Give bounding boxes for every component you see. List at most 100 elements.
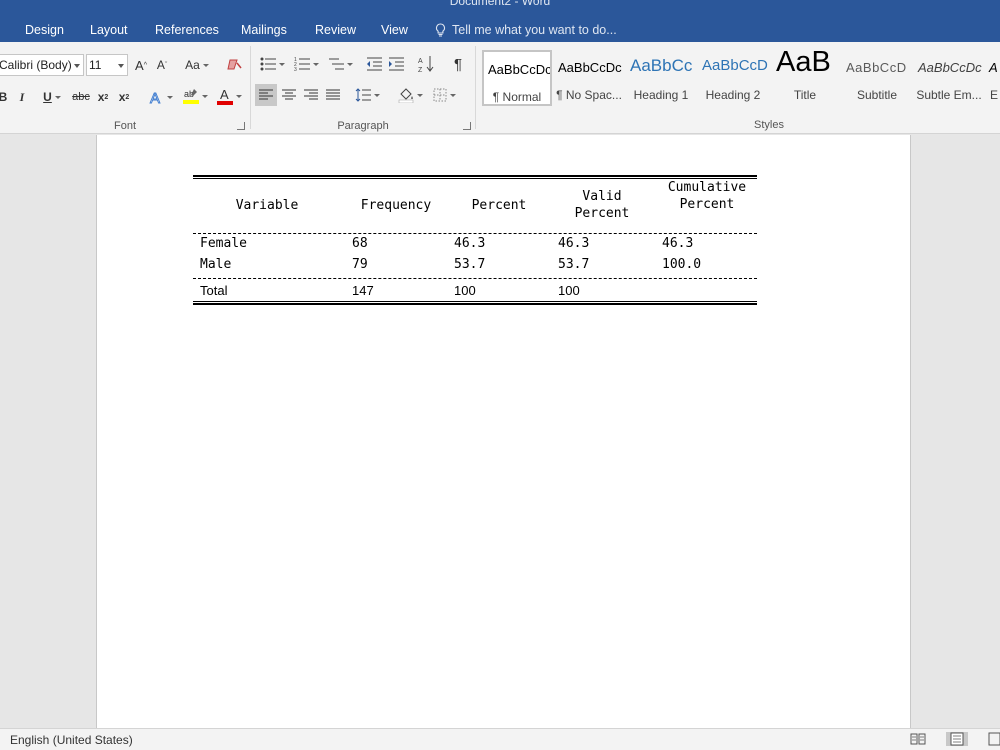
align-center-button[interactable]: [279, 84, 299, 106]
style-emphasis[interactable]: A E: [986, 50, 1000, 106]
style-normal[interactable]: AaBbCcDc ¶ Normal: [482, 50, 552, 106]
style-title[interactable]: AaB Title: [770, 50, 840, 106]
align-center-icon: [282, 89, 296, 100]
style-name: Heading 1: [633, 88, 689, 102]
decrease-indent-button[interactable]: [365, 54, 383, 74]
tab-design[interactable]: Design: [25, 23, 64, 37]
lightbulb-icon: [435, 23, 446, 37]
style-heading-1[interactable]: AaBbCc Heading 1: [626, 50, 696, 106]
tab-review[interactable]: Review: [315, 23, 356, 37]
change-case-label: Aa: [185, 58, 200, 72]
total-valid-percent: 100: [558, 283, 580, 298]
font-dialog-launcher[interactable]: [237, 122, 245, 130]
font-group: Calibri (Body) 11 A ^ Aˇ Aa B I U abc x2 …: [0, 42, 250, 134]
style-preview: AaBbCcDc: [488, 62, 552, 77]
font-color-icon: A: [216, 87, 233, 105]
line-spacing-button[interactable]: [353, 84, 381, 106]
bullets-button[interactable]: [257, 54, 287, 74]
style-preview: AaBbCcDc: [558, 60, 622, 75]
borders-button[interactable]: [429, 84, 459, 106]
sort-icon: AZ: [418, 56, 434, 73]
cell-percent: 46.3: [454, 236, 486, 251]
cell-valid-percent: 46.3: [558, 236, 590, 251]
svg-text:A: A: [150, 90, 160, 105]
tab-references[interactable]: References: [155, 23, 219, 37]
eraser-icon: [227, 59, 242, 70]
cell-percent: 53.7: [454, 257, 486, 272]
increase-indent-icon: [389, 57, 404, 71]
show-formatting-button[interactable]: ¶: [449, 54, 467, 74]
chevron-down-icon: [346, 62, 353, 66]
style-preview: AaB: [776, 50, 831, 78]
read-mode-button[interactable]: [910, 732, 926, 746]
web-layout-icon: [988, 732, 1000, 746]
italic-button[interactable]: I: [17, 88, 27, 106]
chevron-down-icon: [54, 95, 61, 99]
grow-font-button[interactable]: A ^: [133, 56, 149, 74]
tab-layout[interactable]: Layout: [90, 23, 128, 37]
superscript-button[interactable]: x2: [116, 88, 132, 106]
ribbon: Calibri (Body) 11 A ^ Aˇ Aa B I U abc x2 …: [0, 42, 1000, 134]
frequency-table: Variable Frequency Percent Valid Percent…: [193, 175, 757, 305]
svg-text:Z: Z: [418, 67, 423, 73]
style-heading-2[interactable]: AaBbCcD Heading 2: [698, 50, 768, 106]
style-preview: AaBbCcDc: [918, 60, 982, 75]
sort-button[interactable]: AZ: [417, 54, 435, 74]
decrease-indent-icon: [367, 57, 382, 71]
highlight-button[interactable]: ab: [180, 86, 210, 106]
language-status[interactable]: English (United States): [10, 733, 133, 747]
font-size-value: 11: [89, 58, 102, 72]
chevron-down-icon: [235, 94, 242, 98]
style-subtitle[interactable]: AaBbCcD Subtitle: [842, 50, 912, 106]
total-row: Total 147 100 100: [193, 279, 757, 300]
align-left-button[interactable]: [255, 84, 277, 106]
font-size-box[interactable]: 11: [86, 54, 128, 76]
chevron-down-icon: [118, 64, 124, 68]
strikethrough-button[interactable]: abc: [70, 88, 92, 106]
status-bar: English (United States): [0, 728, 1000, 750]
page-layout-icon: [950, 732, 964, 746]
change-case-button[interactable]: Aa: [182, 56, 212, 74]
text-effects-button[interactable]: A: [146, 88, 174, 106]
shading-button[interactable]: [395, 84, 425, 106]
style-no-spacing[interactable]: AaBbCcDc ¶ No Spac...: [554, 50, 624, 106]
style-name: E: [990, 88, 999, 102]
subscript-button[interactable]: x2: [95, 88, 111, 106]
style-preview: AaBbCcD: [846, 60, 907, 75]
clear-formatting-button[interactable]: [226, 56, 244, 74]
style-name: Subtle Em...: [916, 88, 982, 102]
styles-group-label: Styles: [754, 119, 784, 131]
numbered-list-icon: 123: [294, 57, 310, 71]
table-row: Male 79 53.7 53.7 100.0: [193, 255, 757, 276]
multilevel-list-button[interactable]: [325, 54, 355, 74]
header-cumulative-percent: Cumulative Percent: [667, 180, 747, 212]
cell-variable: Male: [200, 257, 232, 272]
underline-button[interactable]: U: [38, 88, 66, 106]
chevron-down-icon: [312, 62, 319, 66]
style-preview: A: [989, 60, 998, 75]
chevron-down-icon: [449, 93, 456, 97]
shrink-font-button[interactable]: Aˇ: [154, 56, 170, 74]
numbering-button[interactable]: 123: [291, 54, 321, 74]
paragraph-group-label: Paragraph: [337, 120, 389, 132]
paragraph-dialog-launcher[interactable]: [463, 122, 471, 130]
font-color-button[interactable]: A: [214, 86, 244, 106]
web-layout-button[interactable]: [988, 732, 1000, 746]
tab-mailings[interactable]: Mailings: [241, 23, 287, 37]
tell-me-box[interactable]: Tell me what you want to do...: [435, 23, 617, 37]
chevron-down-icon: [416, 93, 423, 97]
paint-bucket-icon: [398, 88, 413, 103]
bold-button[interactable]: B: [0, 88, 8, 106]
justify-icon: [326, 89, 340, 100]
justify-button[interactable]: [323, 84, 343, 106]
print-layout-button[interactable]: [946, 732, 968, 746]
table-header-row: Variable Frequency Percent Valid Percent…: [193, 179, 757, 233]
increase-indent-button[interactable]: [387, 54, 405, 74]
align-right-button[interactable]: [301, 84, 321, 106]
document-page[interactable]: Variable Frequency Percent Valid Percent…: [96, 135, 911, 728]
tab-view[interactable]: View: [381, 23, 408, 37]
chevron-down-icon: [202, 63, 209, 67]
total-label: Total: [200, 283, 228, 298]
style-subtle-emphasis[interactable]: AaBbCcDc Subtle Em...: [914, 50, 984, 106]
font-name-box[interactable]: Calibri (Body): [0, 54, 84, 76]
